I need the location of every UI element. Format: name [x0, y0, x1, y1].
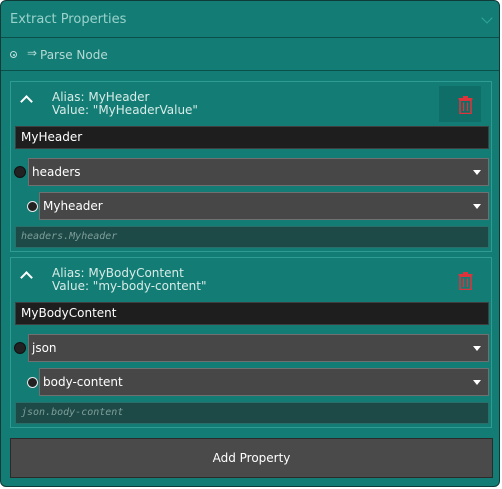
- key-select[interactable]: Myheader: [39, 192, 489, 220]
- chevron-up-icon[interactable]: [20, 95, 33, 108]
- caret-down-icon: [473, 170, 481, 175]
- value-text: Value: "my-body-content": [52, 279, 207, 293]
- chevron-up-icon[interactable]: [20, 271, 33, 284]
- property-card-header: Alias: MyBodyContent Value: "my-body-con…: [11, 258, 491, 302]
- property-summary: Alias: MyBodyContent Value: "my-body-con…: [52, 267, 207, 293]
- property-card-header: Alias: MyHeader Value: "MyHeaderValue": [11, 82, 491, 126]
- caret-down-icon: [473, 380, 481, 385]
- property-card: Alias: MyBodyContent Value: "my-body-con…: [10, 257, 492, 428]
- trash-icon[interactable]: [458, 272, 473, 290]
- property-card: Alias: MyHeader Value: "MyHeaderValue" M…: [10, 81, 492, 252]
- property-name-input[interactable]: MyBodyContent: [15, 302, 489, 325]
- source-select-value: headers: [32, 165, 81, 179]
- key-select[interactable]: body-content: [39, 368, 489, 396]
- panel-header[interactable]: Extract Properties: [1, 1, 499, 38]
- property-name-input[interactable]: MyHeader: [15, 126, 489, 149]
- panel-title: Extract Properties: [10, 12, 127, 27]
- add-property-button[interactable]: Add Property: [10, 438, 493, 478]
- radio-icon[interactable]: [27, 201, 38, 212]
- key-select-value: Myheader: [43, 199, 103, 213]
- radio-icon[interactable]: [27, 377, 38, 388]
- property-summary: Alias: MyHeader Value: "MyHeaderValue": [52, 91, 198, 117]
- source-select-value: json: [32, 341, 57, 355]
- source-select[interactable]: headers: [28, 158, 489, 186]
- parse-node-row[interactable]: ⇒ Parse Node: [1, 39, 499, 71]
- source-select[interactable]: json: [28, 334, 489, 362]
- property-path: json.body-content: [15, 402, 489, 424]
- caret-down-icon: [473, 346, 481, 351]
- chevron-down-icon[interactable]: [481, 12, 493, 24]
- parse-node-label: Parse Node: [40, 48, 108, 62]
- caret-down-icon: [473, 204, 481, 209]
- trash-icon[interactable]: [458, 96, 473, 114]
- key-select-value: body-content: [43, 375, 123, 389]
- arrow-icon: ⇒: [27, 46, 38, 60]
- extract-properties-panel: Extract Properties ⇒ Parse Node Alias: M…: [0, 0, 500, 487]
- connector-dot-icon[interactable]: [14, 342, 26, 354]
- radio-icon[interactable]: [10, 51, 17, 58]
- property-path: headers.Myheader: [15, 226, 489, 248]
- value-text: Value: "MyHeaderValue": [52, 103, 198, 117]
- connector-dot-icon[interactable]: [14, 166, 26, 178]
